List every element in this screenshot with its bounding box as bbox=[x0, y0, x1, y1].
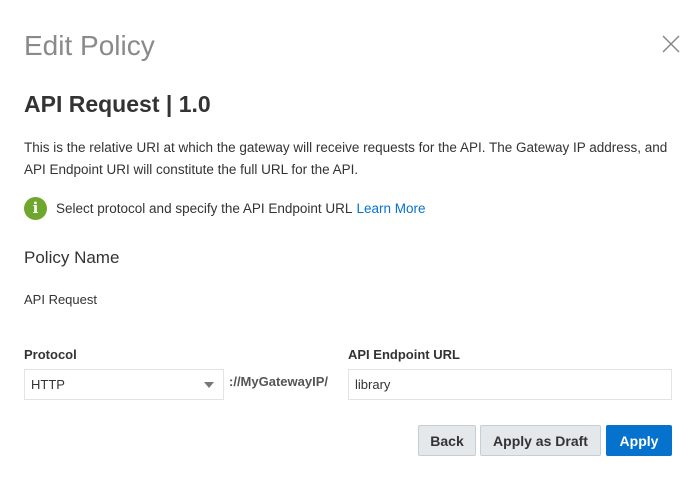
dialog-title: Edit Policy bbox=[24, 30, 155, 61]
policy-description: This is the relative URI at which the ga… bbox=[24, 140, 668, 177]
apply-button[interactable]: Apply bbox=[606, 425, 672, 456]
edit-policy-dialog: Edit Policy API Request | 1.0 This is th… bbox=[0, 0, 697, 480]
policy-name-label: Policy Name bbox=[24, 248, 120, 267]
close-icon[interactable] bbox=[660, 33, 682, 55]
learn-more-link[interactable]: Learn More bbox=[356, 201, 425, 216]
endpoint-url-label: API Endpoint URL bbox=[348, 347, 460, 362]
protocol-selected-value: HTTP bbox=[31, 377, 65, 392]
gateway-ip-text: ://MyGatewayIP/ bbox=[229, 374, 328, 389]
info-message: i Select protocol and specify the API En… bbox=[24, 196, 425, 220]
back-button[interactable]: Back bbox=[418, 425, 476, 456]
info-text: Select protocol and specify the API Endp… bbox=[56, 200, 353, 216]
info-icon: i bbox=[24, 196, 47, 220]
chevron-down-icon bbox=[204, 382, 214, 388]
policy-subtitle: API Request | 1.0 bbox=[24, 91, 211, 117]
protocol-label: Protocol bbox=[24, 347, 77, 362]
apply-as-draft-button[interactable]: Apply as Draft bbox=[480, 425, 601, 456]
protocol-select[interactable]: HTTP bbox=[24, 369, 224, 400]
policy-name-value: API Request bbox=[24, 292, 97, 307]
endpoint-url-input[interactable] bbox=[348, 369, 672, 400]
